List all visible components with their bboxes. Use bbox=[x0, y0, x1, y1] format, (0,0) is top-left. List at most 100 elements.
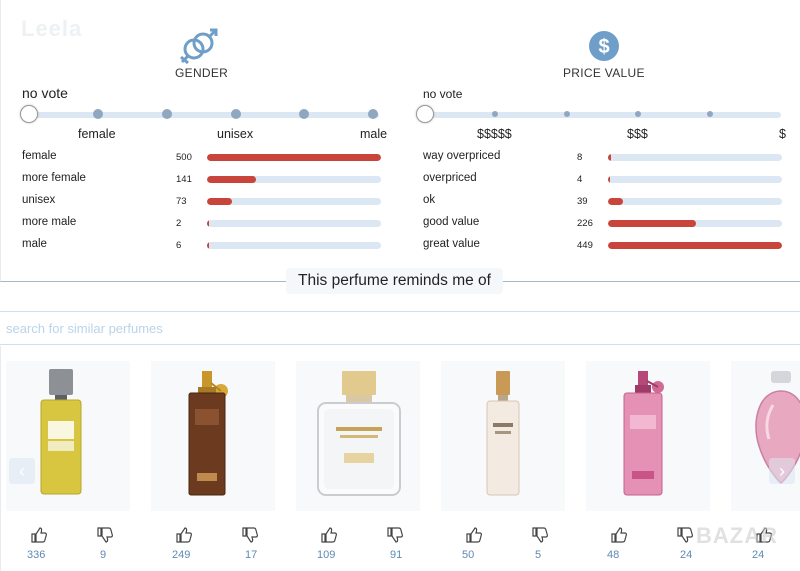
upvote-count: 336 bbox=[27, 549, 46, 561]
vote-bar bbox=[608, 220, 782, 227]
thumbs-up-icon[interactable] bbox=[30, 526, 48, 544]
vote-bar-fill bbox=[608, 176, 611, 183]
price-no-vote-label: no vote bbox=[423, 87, 463, 101]
gender-slider-stop[interactable] bbox=[93, 109, 103, 119]
vote-bar-fill bbox=[608, 220, 696, 227]
vote-bar bbox=[207, 242, 381, 249]
upvote-count: 109 bbox=[317, 549, 336, 561]
vote-bar bbox=[608, 176, 782, 183]
vote-count: 2 bbox=[176, 218, 182, 229]
gender-scale-unisex: unisex bbox=[217, 127, 254, 141]
thumbs-down-icon[interactable] bbox=[241, 526, 259, 544]
upvote-count: 249 bbox=[172, 549, 191, 561]
vote-count: 449 bbox=[577, 240, 593, 251]
downvote-count: 17 bbox=[245, 549, 258, 561]
price-scale-mid: $$$ bbox=[627, 127, 648, 141]
price-slider-stop[interactable] bbox=[707, 111, 713, 117]
vote-count: 39 bbox=[577, 196, 588, 207]
gender-panel: GENDER no vote female unisex male female… bbox=[11, 0, 391, 282]
thumbs-up-icon[interactable] bbox=[610, 526, 628, 544]
gender-slider-stop[interactable] bbox=[299, 109, 309, 119]
vote-bar bbox=[608, 242, 782, 249]
gender-slider-knob[interactable] bbox=[20, 105, 38, 123]
gender-vote-row: male 6 bbox=[22, 238, 392, 254]
thumbs-down-icon[interactable] bbox=[96, 526, 114, 544]
price-scale-cheap: $ bbox=[779, 127, 786, 141]
gender-slider-stop[interactable] bbox=[162, 109, 172, 119]
vote-count: 141 bbox=[176, 174, 192, 185]
perfume-bottle-image[interactable] bbox=[38, 369, 86, 499]
vote-bar bbox=[207, 198, 381, 205]
gender-slider-stop[interactable] bbox=[231, 109, 241, 119]
similar-perfume-card[interactable]: 48 24 bbox=[586, 361, 710, 571]
vote-bar-fill bbox=[207, 242, 210, 249]
similar-perfume-card[interactable]: 109 91 bbox=[296, 361, 420, 571]
vote-count: 73 bbox=[176, 196, 187, 207]
thumbs-up-icon[interactable] bbox=[465, 526, 483, 544]
vote-count: 6 bbox=[176, 240, 182, 251]
gender-title: GENDER bbox=[175, 66, 229, 80]
vote-bar-fill bbox=[207, 220, 210, 227]
vote-bar bbox=[207, 176, 381, 183]
upvote-count: 24 bbox=[752, 549, 765, 561]
thumbs-up-icon[interactable] bbox=[175, 526, 193, 544]
vote-bar-fill bbox=[207, 154, 381, 161]
price-scale-expensive: $$$$$ bbox=[477, 127, 512, 141]
vote-label: female bbox=[22, 150, 57, 162]
bazar-watermark: BAZAR bbox=[696, 523, 778, 548]
price-vote-row: way overpriced 8 bbox=[423, 150, 793, 166]
perfume-vote-area: 109 91 bbox=[296, 526, 420, 571]
perfume-vote-area: 249 17 bbox=[151, 526, 275, 571]
similar-perfume-card[interactable]: 249 17 bbox=[151, 361, 275, 571]
price-value-title: PRICE VALUE bbox=[563, 66, 645, 80]
similar-perfume-card[interactable]: 50 5 bbox=[441, 361, 565, 571]
gender-slider-stop[interactable] bbox=[368, 109, 378, 119]
vote-bar-fill bbox=[207, 198, 233, 205]
carousel-next-arrow[interactable]: › bbox=[769, 458, 795, 484]
vote-label: way overpriced bbox=[423, 150, 501, 162]
perfume-bottle-image[interactable] bbox=[181, 369, 241, 499]
perfume-bottle-image[interactable] bbox=[620, 371, 676, 499]
vote-label: male bbox=[22, 238, 47, 250]
vote-count: 226 bbox=[577, 218, 593, 229]
gender-vote-row: more female 141 bbox=[22, 172, 392, 188]
thumbs-down-icon[interactable] bbox=[676, 526, 694, 544]
gender-vote-row: female 500 bbox=[22, 150, 392, 166]
similar-search-input[interactable] bbox=[0, 312, 800, 344]
price-vote-row: good value 226 bbox=[423, 216, 793, 232]
gender-slider-track[interactable] bbox=[29, 112, 379, 118]
price-value-panel: $ PRICE VALUE no vote $$$$$ $$$ $ way ov… bbox=[413, 0, 793, 282]
gender-no-vote-label: no vote bbox=[22, 85, 68, 101]
downvote-count: 9 bbox=[100, 549, 107, 561]
vote-count: 8 bbox=[577, 152, 583, 163]
gender-scale-female: female bbox=[78, 127, 116, 141]
vote-label: unisex bbox=[22, 194, 56, 206]
thumbs-up-icon[interactable] bbox=[320, 526, 338, 544]
perfume-vote-area: 336 9 bbox=[6, 526, 130, 571]
perfume-bottle-image[interactable] bbox=[485, 371, 525, 499]
gender-vote-row: unisex 73 bbox=[22, 194, 392, 210]
vote-label: good value bbox=[423, 216, 480, 228]
vote-bar-fill bbox=[608, 242, 782, 249]
vote-count: 500 bbox=[176, 152, 192, 163]
price-slider-stop[interactable] bbox=[492, 111, 498, 117]
vote-label: more male bbox=[22, 216, 77, 228]
vote-label: overpriced bbox=[423, 172, 477, 184]
vote-bar bbox=[207, 154, 381, 161]
price-slider-stop[interactable] bbox=[564, 111, 570, 117]
carousel-prev-arrow[interactable]: ‹ bbox=[9, 458, 35, 484]
perfume-bottle-image[interactable] bbox=[314, 371, 404, 499]
price-slider-stop[interactable] bbox=[635, 111, 641, 117]
reminds-me-of-heading: This perfume reminds me of bbox=[286, 268, 503, 294]
price-vote-row: ok 39 bbox=[423, 194, 793, 210]
price-vote-row: overpriced 4 bbox=[423, 172, 793, 188]
vote-bar bbox=[207, 220, 381, 227]
vote-label: great value bbox=[423, 238, 480, 250]
vote-bar bbox=[608, 198, 782, 205]
downvote-count: 91 bbox=[390, 549, 403, 561]
thumbs-down-icon[interactable] bbox=[386, 526, 404, 544]
price-slider-knob[interactable] bbox=[416, 105, 434, 123]
price-slider-track[interactable] bbox=[421, 112, 781, 118]
thumbs-down-icon[interactable] bbox=[531, 526, 549, 544]
vote-count: 4 bbox=[577, 174, 583, 185]
